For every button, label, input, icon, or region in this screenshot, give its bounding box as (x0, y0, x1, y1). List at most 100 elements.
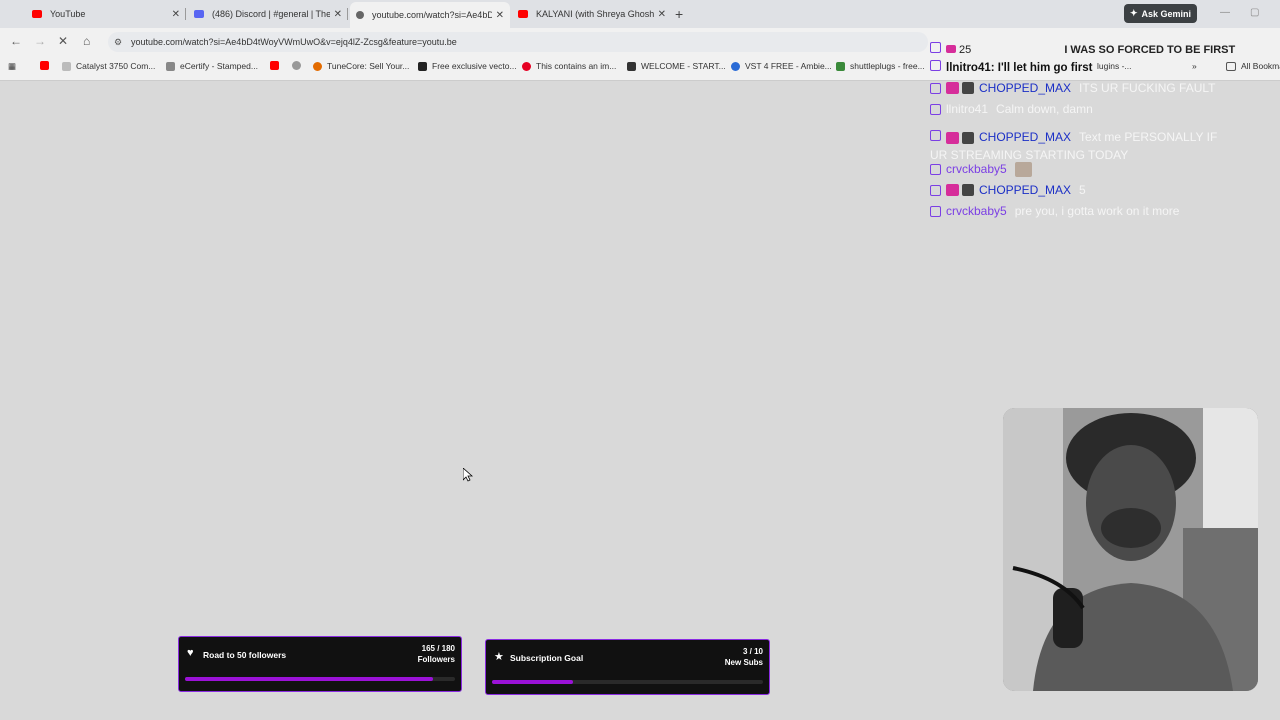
bookmark-label: Catalyst 3750 Com... (76, 61, 156, 71)
close-icon[interactable]: ✕ (658, 9, 666, 20)
goal-label: Road to 50 followers (203, 650, 287, 660)
bookmark-welcome[interactable]: WELCOME - START... (627, 61, 726, 71)
youtube-icon (40, 61, 49, 70)
goal-count-unit: Followers (417, 655, 455, 664)
bookmark-label: lugins -... (1097, 61, 1132, 71)
chat-message: Calm down, damn (996, 102, 1093, 116)
bookmark-ecertify[interactable]: eCertify - Stamped... (166, 61, 258, 71)
globe-icon (292, 61, 301, 70)
emote-icon (1014, 162, 1032, 177)
page-icon (166, 61, 175, 71)
goal-count-value: 3 / 10 (742, 647, 763, 656)
bookmark-plugins[interactable]: lugins -... (1097, 61, 1132, 71)
streamer-webcam-image (1003, 408, 1258, 691)
goal-progress-fill (185, 677, 434, 681)
chat-message: 5 (1079, 183, 1086, 197)
chat-line: crvckbaby5 (930, 162, 1032, 177)
bookmark-label: WELCOME - START... (641, 61, 726, 71)
bookmark-label: TuneCore: Sell Your... (327, 61, 410, 71)
bookmark-globe[interactable] (292, 61, 306, 70)
bookmark-catalyst[interactable]: Catalyst 3750 Com... (62, 61, 155, 71)
heart-badge-icon (946, 184, 959, 196)
close-icon[interactable]: ✕ (334, 9, 342, 20)
youtube-icon (32, 10, 42, 18)
maximize-button[interactable]: ▢ (1250, 7, 1259, 18)
chat-message: llnitro41: I'll let him go first (946, 62, 1093, 74)
chat-username[interactable]: CHOPPED_MAX (979, 183, 1071, 197)
chat-line: CHOPPED_MAX ITS UR FUCKING FAULT (930, 81, 1215, 95)
back-button[interactable]: ← (10, 34, 22, 48)
apps-icon[interactable]: ▦ (8, 61, 16, 72)
subscription-goal-widget: ★ Subscription Goal 3 / 10 New Subs (485, 639, 770, 695)
all-bookmarks[interactable]: All Bookmarks (1226, 61, 1280, 71)
bookmark-tunecore[interactable]: TuneCore: Sell Your... (313, 61, 409, 71)
bookmark-shuttleplugs[interactable]: shuttleplugs - free... (836, 61, 925, 71)
chat-message: I WAS SO FORCED TO BE FIRST (1064, 44, 1236, 56)
folder-icon (1226, 61, 1236, 71)
ask-gemini-button[interactable]: ✦ Ask Gemini (1124, 4, 1197, 23)
tab-kalyani[interactable]: KALYANI (with Shreya Ghoshal) ✕ (512, 4, 672, 24)
new-tab-button[interactable]: + (675, 6, 683, 22)
tab-title: youtube.com/watch?si=Ae4bD (372, 10, 492, 20)
goal-progress-fill (492, 680, 574, 684)
site-info-icon[interactable]: ⚙ (114, 37, 122, 48)
tab-youtube[interactable]: YouTube ✕ (26, 4, 186, 24)
url-text: youtube.com/watch?si=Ae4bD4tWoyVWmUwO&v=… (131, 37, 457, 47)
goal-count-unit: New Subs (724, 658, 763, 667)
ask-gemini-label: Ask Gemini (1141, 8, 1192, 19)
twitch-icon (930, 60, 941, 71)
stop-loading-button[interactable]: ✕ (58, 34, 68, 48)
vector-icon (418, 61, 427, 71)
twitch-icon (930, 104, 941, 115)
bookmark-youtube[interactable] (40, 61, 54, 70)
goal-progress-track (492, 680, 763, 684)
heart-badge-icon (946, 132, 959, 145)
tab-discord[interactable]: (486) Discord | #general | The R ✕ (188, 4, 348, 24)
webcam-feed (1003, 408, 1258, 691)
bookmark-label: eCertify - Stamped... (180, 61, 258, 71)
chat-username[interactable]: CHOPPED_MAX (979, 130, 1071, 144)
close-icon[interactable]: ✕ (172, 9, 180, 20)
dice-badge-icon (962, 184, 974, 196)
twitch-icon (930, 206, 941, 217)
pinterest-icon (522, 61, 531, 71)
heart-badge-icon (946, 82, 959, 94)
page-icon (627, 61, 636, 71)
followers-goal-widget: ♥ Road to 50 followers 165 / 180 Followe… (178, 636, 462, 692)
bookmark-pinterest[interactable]: This contains an im... (522, 61, 616, 71)
bookmark-label: All Bookmarks (1241, 61, 1280, 71)
goal-count-value: 165 / 180 (421, 644, 455, 653)
dice-badge-icon (962, 132, 974, 145)
loading-icon (356, 11, 364, 19)
tab-title: (486) Discord | #general | The R (212, 9, 330, 19)
home-button[interactable]: ⌂ (83, 34, 90, 48)
tab-active-youtube-watch[interactable]: youtube.com/watch?si=Ae4bD ✕ (350, 2, 510, 28)
goal-count: 3 / 10 New Subs (725, 646, 763, 668)
chat-line: CHOPPED_MAX Text me PERSONALLY IF UR STRE… (930, 128, 1230, 164)
goal-label: Subscription Goal (510, 653, 584, 663)
chat-partial-top: 25 I WAS SO FORCED TO BE FIRST (930, 40, 1235, 56)
bookmark-vector[interactable]: Free exclusive vecto... (418, 61, 517, 71)
chat-username[interactable]: CHOPPED_MAX (979, 81, 1071, 95)
bookmark-label: Free exclusive vecto... (432, 61, 517, 71)
heart-icon: ♥ (187, 647, 194, 659)
page-icon (836, 61, 845, 71)
bookmark-vst4free[interactable]: VST 4 FREE - Ambie... (731, 61, 832, 71)
bookmark-youtube-2[interactable] (270, 61, 284, 70)
youtube-icon (270, 61, 279, 70)
chat-username[interactable]: llnitro41 (946, 102, 988, 116)
more-bookmarks-icon[interactable]: » (1192, 61, 1197, 71)
tunecore-icon (313, 61, 322, 71)
heart-badge-icon (946, 45, 956, 53)
minimize-button[interactable]: — (1220, 7, 1230, 18)
chat-line: CHOPPED_MAX 5 (930, 183, 1086, 197)
chat-username[interactable]: crvckbaby5 (946, 162, 1007, 176)
close-icon[interactable]: ✕ (496, 10, 504, 21)
twitch-icon (930, 185, 941, 196)
forward-button[interactable]: → (34, 34, 46, 48)
chat-username[interactable]: crvckbaby5 (946, 204, 1007, 218)
goal-progress-track (185, 677, 455, 681)
discord-icon (194, 10, 204, 18)
star-icon: ★ (494, 651, 504, 663)
tab-strip: YouTube ✕ (486) Discord | #general | The… (0, 0, 1280, 28)
